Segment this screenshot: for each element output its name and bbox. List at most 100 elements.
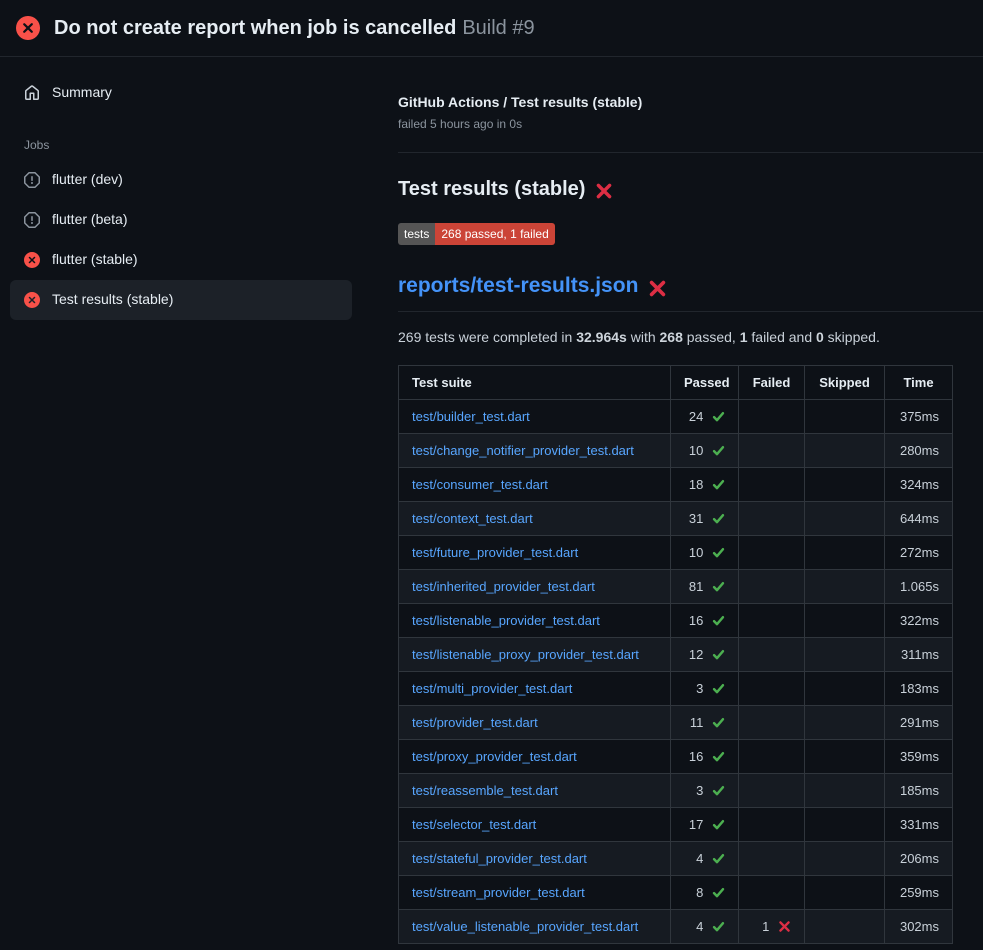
sidebar-item-flutter-beta[interactable]: flutter (beta) <box>10 200 352 240</box>
failed-cell <box>739 570 805 604</box>
check-icon <box>712 682 725 695</box>
failed-cell <box>739 672 805 706</box>
test-suite-link[interactable]: test/value_listenable_provider_test.dart <box>412 919 638 934</box>
passed-cell: 17 <box>671 808 739 842</box>
summary-prefix: 269 tests were completed in <box>398 329 576 345</box>
failed-icon <box>24 292 40 308</box>
skipped-cell <box>805 774 885 808</box>
test-suite-link[interactable]: test/multi_provider_test.dart <box>412 681 572 696</box>
time-cell: 291ms <box>885 706 953 740</box>
col-passed: Passed <box>671 366 739 400</box>
failed-cell <box>739 740 805 774</box>
check-icon <box>712 784 725 797</box>
failed-cell <box>739 706 805 740</box>
test-suite-link[interactable]: test/builder_test.dart <box>412 409 530 424</box>
check-icon <box>712 852 725 865</box>
skipped-cell <box>805 536 885 570</box>
test-suite-link[interactable]: test/stateful_provider_test.dart <box>412 851 587 866</box>
test-suite-link[interactable]: test/change_notifier_provider_test.dart <box>412 443 634 458</box>
test-suite-link[interactable]: test/listenable_provider_test.dart <box>412 613 600 628</box>
sidebar-item-label: flutter (dev) <box>52 170 123 190</box>
cancelled-icon <box>24 172 40 188</box>
test-suite-link[interactable]: test/reassemble_test.dart <box>412 783 558 798</box>
table-row: test/builder_test.dart24 375ms <box>399 400 953 434</box>
summary-failed-count: 1 <box>740 329 748 345</box>
failed-cell <box>739 638 805 672</box>
table-row: test/value_listenable_provider_test.dart… <box>399 910 953 944</box>
time-cell: 259ms <box>885 876 953 910</box>
test-suite-link[interactable]: test/context_test.dart <box>412 511 533 526</box>
failed-cell <box>739 774 805 808</box>
sidebar-item-label: flutter (stable) <box>52 250 138 270</box>
time-cell: 185ms <box>885 774 953 808</box>
report-title: reports/test-results.json <box>398 271 983 311</box>
check-icon <box>712 478 725 491</box>
failed-cell <box>739 434 805 468</box>
test-suite-link[interactable]: test/listenable_proxy_provider_test.dart <box>412 647 639 662</box>
table-row: test/inherited_provider_test.dart81 1.06… <box>399 570 953 604</box>
test-suite-cell: test/selector_test.dart <box>399 808 671 842</box>
table-row: test/listenable_proxy_provider_test.dart… <box>399 638 953 672</box>
sidebar-item-test-results-stable[interactable]: Test results (stable) <box>10 280 352 320</box>
run-header: Do not create report when job is cancell… <box>0 0 983 57</box>
passed-cell: 11 <box>671 706 739 740</box>
home-icon <box>24 85 40 101</box>
test-suite-link[interactable]: test/future_provider_test.dart <box>412 545 578 560</box>
check-icon <box>712 410 725 423</box>
section-title-text: Test results (stable) <box>398 175 585 203</box>
test-suite-link[interactable]: test/proxy_provider_test.dart <box>412 749 577 764</box>
passed-cell: 3 <box>671 774 739 808</box>
time-cell: 280ms <box>885 434 953 468</box>
sidebar-item-label: flutter (beta) <box>52 210 127 230</box>
failed-cell <box>739 536 805 570</box>
table-row: test/consumer_test.dart18 324ms <box>399 468 953 502</box>
sidebar-summary-label: Summary <box>52 83 112 103</box>
test-suite-link[interactable]: test/provider_test.dart <box>412 715 538 730</box>
passed-cell: 10 <box>671 434 739 468</box>
failed-cell <box>739 400 805 434</box>
col-time: Time <box>885 366 953 400</box>
table-row: test/stream_provider_test.dart8 259ms <box>399 876 953 910</box>
table-row: test/future_provider_test.dart10 272ms <box>399 536 953 570</box>
sidebar-item-summary[interactable]: Summary <box>10 73 352 113</box>
passed-cell: 81 <box>671 570 739 604</box>
report-file-link[interactable]: reports/test-results.json <box>398 271 638 300</box>
table-row: test/multi_provider_test.dart3 183ms <box>399 672 953 706</box>
passed-cell: 12 <box>671 638 739 672</box>
tests-badge: tests 268 passed, 1 failed <box>398 223 555 245</box>
test-suite-cell: test/context_test.dart <box>399 502 671 536</box>
failed-cell <box>739 468 805 502</box>
failed-x-icon <box>648 277 667 296</box>
skipped-cell <box>805 808 885 842</box>
test-suite-cell: test/provider_test.dart <box>399 706 671 740</box>
col-skipped: Skipped <box>805 366 885 400</box>
sidebar-item-flutter-stable[interactable]: flutter (stable) <box>10 240 352 280</box>
skipped-cell <box>805 502 885 536</box>
failed-icon <box>24 252 40 268</box>
time-cell: 272ms <box>885 536 953 570</box>
skipped-cell <box>805 468 885 502</box>
time-cell: 302ms <box>885 910 953 944</box>
skipped-cell <box>805 400 885 434</box>
test-suite-link[interactable]: test/stream_provider_test.dart <box>412 885 585 900</box>
check-icon <box>712 886 725 899</box>
table-row: test/provider_test.dart 11 291ms <box>399 706 953 740</box>
test-suite-link[interactable]: test/selector_test.dart <box>412 817 536 832</box>
failed-cell <box>739 502 805 536</box>
check-icon <box>712 580 725 593</box>
summary-passed-count: 268 <box>660 329 683 345</box>
test-suite-link[interactable]: test/inherited_provider_test.dart <box>412 579 595 594</box>
time-cell: 375ms <box>885 400 953 434</box>
test-suite-cell: test/stream_provider_test.dart <box>399 876 671 910</box>
test-suite-link[interactable]: test/consumer_test.dart <box>412 477 548 492</box>
breadcrumb: GitHub Actions / Test results (stable) <box>398 93 983 113</box>
run-meta: failed 5 hours ago in 0s <box>398 116 983 133</box>
passed-cell: 18 <box>671 468 739 502</box>
divider <box>398 152 983 153</box>
test-suite-cell: test/change_notifier_provider_test.dart <box>399 434 671 468</box>
skipped-cell <box>805 434 885 468</box>
table-row: test/reassemble_test.dart 3 185ms <box>399 774 953 808</box>
sidebar-item-flutter-dev[interactable]: flutter (dev) <box>10 160 352 200</box>
failed-cell: 1 <box>739 910 805 944</box>
failed-cell <box>739 604 805 638</box>
